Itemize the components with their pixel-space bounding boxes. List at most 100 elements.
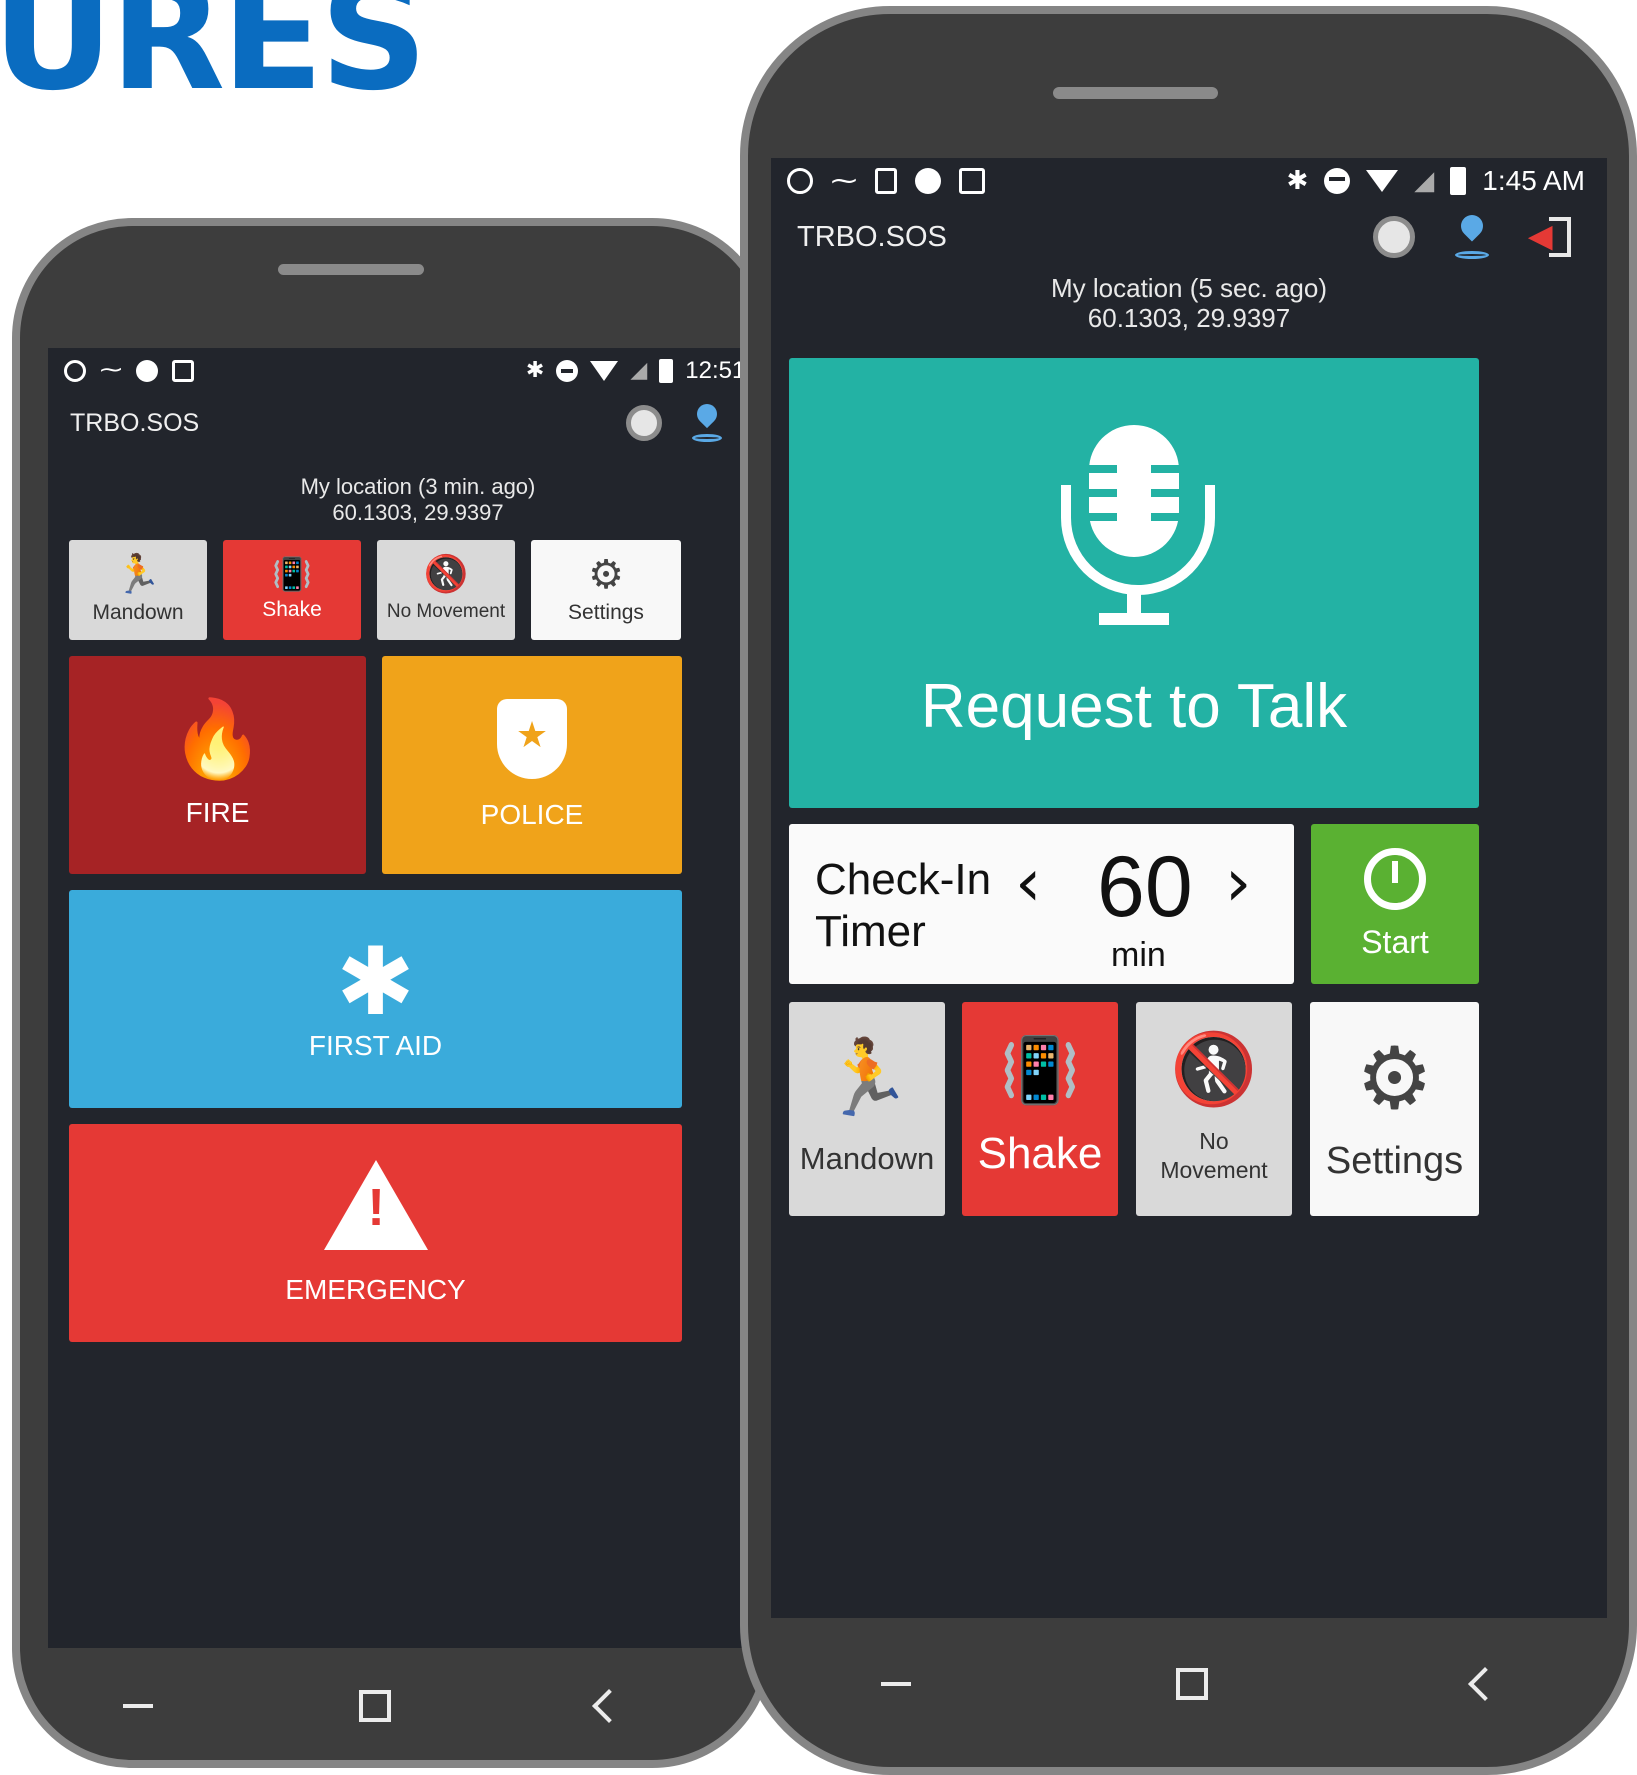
no-movement-label-line2: Movement <box>1160 1157 1268 1183</box>
left-phone: ⁓ ✱ ◢ 12:51 PM TRBO.SOS <box>12 218 772 1768</box>
wifi-icon <box>590 361 619 381</box>
no-movement-label-line1: No <box>1199 1128 1229 1154</box>
location-age: My location (5 sec. ago) <box>1050 273 1327 303</box>
app-bar: TRBO.SOS ◀ <box>48 394 764 452</box>
shake-label: Shake <box>262 598 322 621</box>
battery-icon <box>659 359 674 383</box>
app-title: TRBO.SOS <box>797 220 947 253</box>
increase-timer-button[interactable]: › <box>1225 850 1251 916</box>
record-icon <box>136 360 158 382</box>
timer-unit: min <box>1111 936 1166 974</box>
app-bar: TRBO.SOS ◀ <box>771 204 1607 270</box>
location-info: My location (5 sec. ago) 60.1303, 29.939… <box>771 273 1607 333</box>
wifi-icon <box>1366 170 1399 192</box>
back-icon[interactable] <box>1467 1667 1502 1701</box>
app-title: TRBO.SOS <box>70 408 200 437</box>
emergency-label: EMERGENCY <box>285 1274 466 1305</box>
police-label: POLICE <box>480 799 584 830</box>
asterisk-icon: ✱ <box>336 928 415 1037</box>
falling-person-icon: 🏃 <box>820 1035 914 1121</box>
status-time: 1:45 AM <box>1482 165 1585 196</box>
pulse-icon: ⁓ <box>831 166 857 196</box>
speaker-grille <box>1053 87 1218 99</box>
left-screen: ⁓ ✱ ◢ 12:51 PM TRBO.SOS <box>48 348 764 1648</box>
right-screen: ⁓ ✱ ◢ 1:45 AM TRBO.SOS ◀ My location (5 … <box>771 158 1607 1618</box>
shake-phone-icon: 📳 <box>272 555 312 593</box>
home-icon[interactable] <box>1175 1668 1208 1700</box>
bluetooth-icon: ✱ <box>1286 166 1309 196</box>
request-to-talk-button[interactable]: Request to Talk <box>789 358 1479 808</box>
start-label: Start <box>1361 923 1429 960</box>
shake-phone-icon: 📳 <box>1000 1034 1080 1108</box>
settings-label: Settings <box>568 601 644 624</box>
timer-label: Check-In Timer <box>815 854 991 958</box>
mandown-button[interactable]: 🏃 Mandown <box>69 540 207 640</box>
location-pin-icon[interactable] <box>692 399 722 442</box>
no-movement-label: No Movement <box>386 601 506 622</box>
settings-button[interactable]: ⚙ Settings <box>1310 1002 1479 1216</box>
do-not-disturb-icon <box>556 360 579 382</box>
mandown-label: Mandown <box>799 1141 935 1176</box>
exit-icon[interactable]: ◀ <box>1529 217 1571 257</box>
bluetooth-icon: ✱ <box>525 358 545 383</box>
lifebuoy-icon <box>787 168 813 194</box>
pulse-icon: ⁓ <box>100 358 122 383</box>
location-info: My location (3 min. ago) 60.1303, 29.939… <box>48 474 764 526</box>
police-badge-icon: ★ <box>497 699 567 779</box>
page-heading: URES <box>0 0 428 124</box>
fire-button[interactable]: 🔥 FIRE <box>69 656 366 874</box>
no-signal-icon: ◢ <box>630 358 648 383</box>
activity-icon <box>172 360 194 382</box>
gear-icon: ⚙ <box>1355 1028 1434 1129</box>
recent-apps-icon[interactable] <box>880 1682 911 1686</box>
shake-button[interactable]: 📳 Shake <box>962 1002 1118 1216</box>
start-button[interactable]: Start <box>1311 824 1479 984</box>
falling-person-icon: 🏃 <box>114 552 162 596</box>
status-bar: ⁓ ✱ ◢ 12:51 PM <box>48 348 764 394</box>
no-movement-icon: 🚷 <box>423 554 469 595</box>
location-pin-icon[interactable] <box>1455 210 1489 259</box>
check-in-timer: Check-In Timer ‹ 60 › min <box>789 824 1294 984</box>
gps-compass-icon[interactable] <box>1373 216 1415 258</box>
emergency-button[interactable]: ! EMERGENCY <box>69 1124 682 1342</box>
back-icon[interactable] <box>592 1689 626 1723</box>
gear-icon: ⚙ <box>588 552 624 598</box>
flame-icon: 🔥 <box>170 694 265 783</box>
activity-icon <box>959 168 985 194</box>
request-to-talk-label: Request to Talk <box>920 671 1348 741</box>
do-not-disturb-icon <box>1324 168 1351 194</box>
right-phone: ⁓ ✱ ◢ 1:45 AM TRBO.SOS ◀ My location (5 … <box>740 6 1637 1775</box>
no-movement-button[interactable]: 🚷 No Movement <box>377 540 515 640</box>
battery-icon <box>1450 167 1467 195</box>
no-signal-icon: ◢ <box>1414 166 1435 196</box>
lifebuoy-icon <box>64 360 86 382</box>
location-coords: 60.1303, 29.9397 <box>1087 303 1291 333</box>
settings-label: Settings <box>1325 1139 1464 1182</box>
no-movement-button[interactable]: 🚷 No Movement <box>1136 1002 1292 1216</box>
mandown-button[interactable]: 🏃 Mandown <box>789 1002 945 1216</box>
no-movement-icon: 🚷 <box>1170 1028 1258 1110</box>
mandown-label: Mandown <box>92 601 184 624</box>
decrease-timer-button[interactable]: ‹ <box>1015 850 1041 916</box>
gps-compass-icon[interactable] <box>626 405 662 441</box>
fire-label: FIRE <box>185 797 250 828</box>
timer-label-line1: Check-In <box>815 855 992 904</box>
shake-button[interactable]: 📳 Shake <box>223 540 361 640</box>
first-aid-label: FIRST AID <box>308 1030 443 1061</box>
police-button[interactable]: ★ POLICE <box>382 656 682 874</box>
status-bar: ⁓ ✱ ◢ 1:45 AM <box>771 158 1607 204</box>
timer-value: 60 <box>1097 839 1193 935</box>
microphone-icon <box>1061 424 1215 625</box>
home-icon[interactable] <box>359 1690 391 1722</box>
settings-button[interactable]: ⚙ Settings <box>531 540 681 640</box>
speaker-grille <box>278 264 424 275</box>
location-coords: 60.1303, 29.9397 <box>332 500 504 525</box>
shake-label: Shake <box>977 1129 1103 1178</box>
location-age: My location (3 min. ago) <box>300 474 536 499</box>
first-aid-button[interactable]: ✱ FIRST AID <box>69 890 682 1108</box>
stopwatch-icon <box>1364 847 1426 910</box>
recent-apps-icon[interactable] <box>123 1704 153 1708</box>
warning-triangle-icon: ! <box>323 1160 428 1250</box>
timer-label-line2: Timer <box>815 907 926 956</box>
navigation-bar <box>20 1666 764 1746</box>
